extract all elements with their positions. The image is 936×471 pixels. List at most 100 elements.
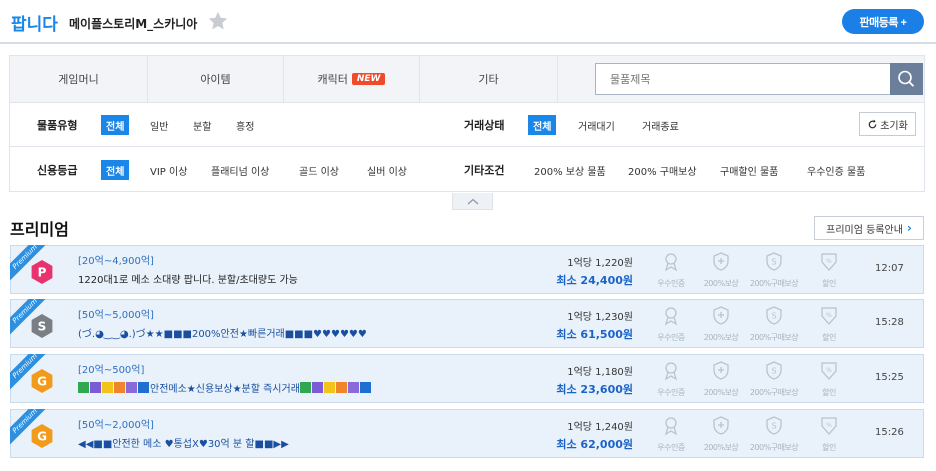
tab-game-money[interactable]: 게임머니 [10, 56, 148, 102]
cert-badge: S 200%구매보상 [746, 414, 802, 456]
listing-time: 15:26 [875, 427, 904, 438]
chevron-right-icon: › [906, 221, 912, 235]
svg-text:S: S [771, 258, 776, 267]
gem-square-icon [90, 382, 101, 393]
credit-platinum[interactable]: 플래티넘 이상 [211, 148, 269, 192]
unit-price: 1억당 1,220원 [567, 258, 633, 269]
game-name: 메이플스토리M_스카니아 [69, 17, 198, 31]
credit-silver[interactable]: 실버 이상 [367, 148, 407, 192]
min-price: 최소 61,500원 [556, 328, 633, 341]
other-certified[interactable]: 우수인증 물품 [807, 148, 865, 192]
premium-section-title: 프리미엄 [10, 220, 69, 239]
cert-badge: 200%보상 [693, 250, 749, 292]
product-type-haggle[interactable]: 흥정 [236, 103, 254, 147]
page-title: 팝니다 [11, 15, 58, 35]
credit-label: 신용등급 [37, 164, 78, 177]
credit-gold[interactable]: 골드 이상 [299, 148, 339, 192]
listing-row[interactable]: Premium G [50억~2,000억] ◀◀■■안전한 메소 ♥통섭X♥30억 … [10, 409, 924, 458]
svg-text:%: % [826, 312, 832, 319]
listing-title: ◀◀■■안전한 메소 ♥통섭X♥30억 분 할■■▶▶ [78, 439, 289, 450]
tab-item[interactable]: 아이템 [148, 56, 284, 102]
credit-all[interactable]: 전체 [101, 160, 130, 180]
register-sale-button[interactable]: 판매등록 + [842, 9, 924, 34]
discount-icon: % [821, 362, 837, 380]
discount-icon: % [821, 307, 837, 325]
trade-status-all[interactable]: 전체 [528, 115, 557, 135]
listing-time: 15:25 [875, 372, 904, 383]
check-square-icon [299, 382, 311, 393]
svg-text:G: G [37, 375, 47, 389]
search-input[interactable] [595, 63, 891, 95]
buy-reward-200-icon: S [766, 361, 782, 380]
buy-reward-200-icon: S [766, 416, 782, 435]
cert-badge: % 할인 [801, 304, 857, 346]
cert-badge: 우수인증 [643, 250, 699, 292]
search-button[interactable] [890, 63, 923, 95]
category-tabs: 게임머니 아이템 캐릭터 NEW 기타 [10, 56, 924, 103]
credit-vip[interactable]: VIP 이상 [150, 148, 187, 192]
other-200-buy-reward[interactable]: 200% 구매보상 [628, 148, 697, 192]
favorite-star-icon[interactable] [207, 10, 229, 32]
listing-title: 안전메소★신용보상★분할 즉시거래 [78, 380, 372, 395]
tab-other[interactable]: 기타 [420, 56, 558, 102]
trade-status-label: 거래상태 [464, 119, 505, 132]
other-condition-label: 기타조건 [464, 164, 505, 177]
cert-badge: S 200%구매보상 [746, 359, 802, 401]
listing-time: 15:28 [875, 317, 904, 328]
premium-guide-button[interactable]: 프리미엄 등록안내 › [814, 216, 924, 240]
listing-range: [20억~500억] [78, 365, 145, 376]
page-header: 팝니다 메이플스토리M_스카니아 판매등록 + [0, 0, 936, 44]
dot-square-icon [359, 382, 371, 393]
listing-row[interactable]: Premium G [20억~500억] 안전메소★신용보상★분할 즉시거래 1억당 1… [10, 354, 924, 403]
svg-text:%: % [826, 258, 832, 265]
tab-character[interactable]: 캐릭터 NEW [284, 56, 420, 102]
listing-range: [20억~4,900억] [78, 256, 154, 267]
listing-time: 12:07 [875, 263, 904, 274]
unit-price: 1억당 1,230원 [567, 312, 633, 323]
buy-reward-200-icon: S [766, 306, 782, 325]
product-type-normal[interactable]: 일반 [150, 103, 168, 147]
trade-status-done[interactable]: 거래종료 [642, 103, 679, 147]
grade-badge-icon: S [31, 314, 53, 338]
listing-row[interactable]: Premium S [50억~5,000억] (づ.◕‿‿◕.)づ★★■■■200%안… [10, 299, 924, 348]
listing-row[interactable]: Premium P [20억~4,900억] 1220대1로 메소 소대량 팝니다. … [10, 245, 924, 294]
product-type-all[interactable]: 전체 [101, 115, 130, 135]
filter-panel: 게임머니 아이템 캐릭터NEW 기타 물품유형 전체 일반 분할 흥정 거래상태… [9, 55, 925, 192]
svg-text:%: % [826, 367, 832, 374]
filter-row-credit-other: 신용등급 전체 VIP 이상 플래티넘 이상 골드 이상 실버 이상 기타조건 … [10, 148, 924, 192]
cert-badge: 우수인증 [643, 359, 699, 401]
cert-badge: S 200%구매보상 [746, 304, 802, 346]
gem-square-icon [347, 382, 359, 393]
other-200-reward[interactable]: 200% 보상 물품 [534, 148, 606, 192]
dot-square-icon [138, 382, 149, 393]
listing-range: [50억~5,000억] [78, 310, 154, 321]
buy-reward-200-icon: S [766, 252, 782, 271]
min-price: 최소 62,000원 [556, 438, 633, 451]
listing-range: [50억~2,000억] [78, 420, 154, 431]
svg-text:S: S [771, 367, 776, 376]
other-buy-discount[interactable]: 구매할인 물품 [720, 148, 778, 192]
svg-text:G: G [37, 430, 47, 444]
product-type-split[interactable]: 분할 [193, 103, 211, 147]
cert-badge: 200%보상 [693, 414, 749, 456]
cert-badge: 우수인증 [643, 414, 699, 456]
listing-title: (づ.◕‿‿◕.)づ★★■■■200%안전★빠른거래■■■♥♥♥♥♥♥ [78, 329, 367, 340]
svg-text:%: % [826, 422, 832, 429]
new-badge: NEW [351, 73, 386, 85]
grade-badge-icon: G [31, 424, 53, 448]
reset-button[interactable]: 초기화 [859, 112, 916, 136]
reward-200-icon [713, 361, 729, 380]
product-type-label: 물품유형 [37, 119, 78, 132]
svg-text:P: P [38, 266, 47, 280]
cert-badge: % 할인 [801, 250, 857, 292]
gem-square-icon [126, 382, 137, 393]
reward-200-icon [713, 306, 729, 325]
cert-badge: % 할인 [801, 414, 857, 456]
trade-status-waiting[interactable]: 거래대기 [578, 103, 615, 147]
grade-badge-icon: G [31, 369, 53, 393]
discount-icon: % [821, 253, 837, 271]
min-price: 최소 24,400원 [556, 274, 633, 287]
unit-price: 1억당 1,240원 [567, 422, 633, 433]
cert-badge: 우수인증 [643, 304, 699, 346]
collapse-filter-button[interactable] [452, 193, 493, 210]
